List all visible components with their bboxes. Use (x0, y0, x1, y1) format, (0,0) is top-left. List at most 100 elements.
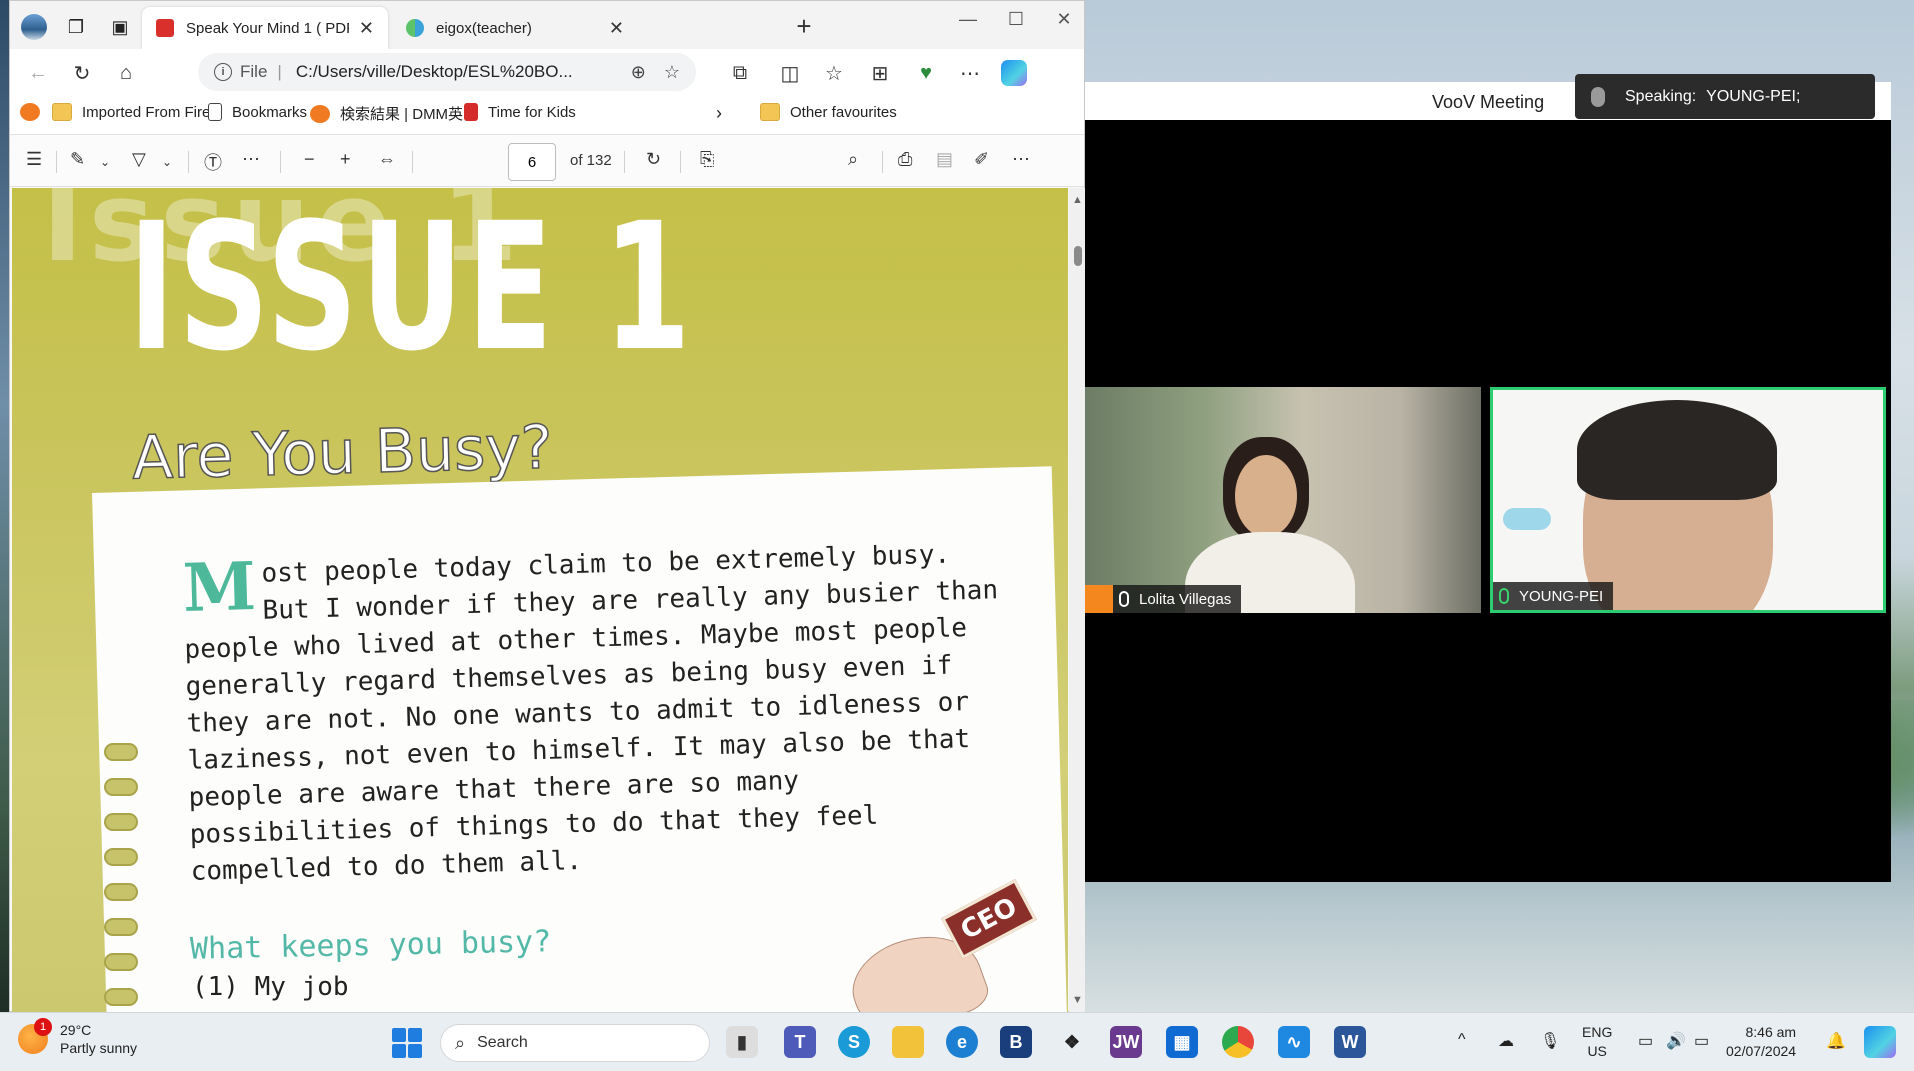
participant-name-tag: YOUNG-PEI (1493, 582, 1614, 610)
desktop-icon[interactable]: ▮ (726, 1026, 758, 1058)
text-icon[interactable]: Ⓣ (204, 149, 222, 175)
tab-pdf[interactable]: Speak Your Mind 1 ( PDFDrive ).p ✕ (142, 7, 388, 49)
page-view-icon[interactable]: ⎘ (700, 149, 714, 170)
zoom-in-icon[interactable]: + (340, 149, 351, 170)
tab-actions-icon[interactable]: ▣ (104, 11, 136, 43)
vertical-scrollbar[interactable]: ▲ ▼ (1069, 188, 1085, 1012)
notification-icon[interactable]: 🔔 (1826, 1031, 1846, 1051)
favorites-icon[interactable]: ☆ (818, 57, 850, 89)
more-tools-icon[interactable]: ⋯ (242, 149, 260, 170)
bookmark-app-icon[interactable] (20, 103, 50, 121)
mic-icon (1119, 591, 1129, 607)
tab-title: Speak Your Mind 1 ( PDFDrive ).p (186, 19, 349, 37)
bookmark-label: Time for Kids (488, 103, 576, 121)
close-tab-icon[interactable]: ✕ (359, 18, 374, 39)
home-icon[interactable]: ⌂ (110, 57, 142, 89)
network-icon[interactable]: ▭ (1638, 1031, 1653, 1051)
new-tab-button[interactable]: + (788, 11, 820, 43)
close-tab-icon[interactable]: ✕ (609, 18, 624, 39)
video-tile-young-pei[interactable]: YOUNG-PEI (1490, 387, 1886, 613)
language-indicator[interactable]: ENG US (1582, 1023, 1612, 1061)
weather-widget[interactable]: 1 29°C Partly sunny (18, 1018, 137, 1057)
browser-essentials-icon[interactable]: ♥ (910, 57, 942, 89)
back-arrow-icon[interactable]: ← (22, 57, 54, 89)
draw-dropdown-chevron-icon[interactable]: ⌄ (162, 155, 172, 169)
dropbox-icon[interactable]: ❖ (1056, 1026, 1088, 1058)
participant-name-tag: Lolita Villegas (1113, 585, 1242, 613)
store-icon[interactable]: ▦ (1166, 1026, 1198, 1058)
tab-title: eigox(teacher) (436, 19, 532, 37)
tab-strip: ❐ ▣ Speak Your Mind 1 ( PDFDrive ).p ✕ e… (10, 1, 1084, 49)
contents-list-icon[interactable]: ☰ (26, 149, 42, 170)
scroll-up-arrow-icon[interactable]: ▲ (1072, 194, 1083, 206)
refresh-icon[interactable]: ↻ (66, 57, 98, 89)
face (1235, 455, 1297, 537)
voov-meeting-icon[interactable]: ∿ (1278, 1026, 1310, 1058)
rotate-icon[interactable]: ↻ (646, 149, 661, 170)
system-clock[interactable]: 8:46 am 02/07/2024 (1726, 1023, 1796, 1061)
word-icon[interactable]: W (1334, 1026, 1366, 1058)
microphone-icon[interactable]: 🎙 (1540, 1031, 1560, 1051)
bookmark-imported[interactable]: Imported From Fire... (52, 103, 223, 121)
split-screen-icon[interactable]: ◫ (774, 57, 806, 89)
zoom-out-icon[interactable]: − (304, 149, 315, 170)
close-window-icon[interactable]: ✕ (1044, 9, 1084, 30)
tray-overflow-chevron-icon[interactable]: ^ (1458, 1031, 1466, 1049)
search-icon[interactable]: ⌕ (848, 149, 858, 170)
save-icon[interactable]: ▤ (936, 149, 953, 170)
folder-icon (760, 103, 780, 121)
fit-page-icon[interactable]: ⇔ (378, 149, 396, 170)
jw-app-icon[interactable]: JW (1110, 1026, 1142, 1058)
video-tile-lolita[interactable]: Lolita Villegas (1085, 387, 1481, 613)
info-icon[interactable]: i (214, 63, 232, 81)
taskbar-search[interactable]: ⌕ Search (440, 1024, 710, 1062)
other-favourites[interactable]: Other favourites (760, 103, 897, 121)
workspaces-icon[interactable]: ❐ (60, 11, 92, 43)
extensions-icon[interactable]: ⧉ (724, 57, 756, 89)
draw-icon[interactable]: ▽ (132, 149, 146, 170)
highlight-dropdown-chevron-icon[interactable]: ⌄ (100, 155, 110, 169)
profile-icon[interactable] (18, 11, 50, 43)
file-explorer-icon[interactable] (892, 1026, 924, 1058)
skype-icon[interactable]: S (838, 1026, 870, 1058)
page-number-input[interactable]: 6 (508, 143, 556, 181)
chrome-icon[interactable] (1222, 1026, 1254, 1058)
onedrive-icon[interactable]: ☁ (1498, 1031, 1514, 1051)
maximize-icon[interactable]: ☐ (996, 9, 1036, 30)
zoom-icon[interactable]: ⊕ (631, 62, 646, 83)
pdf-viewport[interactable]: Issue 1 ISSUE 1 Are You Busy? Most peopl… (12, 188, 1068, 1012)
weather-badge: 1 (34, 1018, 52, 1036)
save-as-icon[interactable]: ✐ (974, 149, 989, 170)
search-icon: ⌕ (455, 1032, 466, 1053)
b-app-icon[interactable]: B (1000, 1026, 1032, 1058)
bookmarks-overflow-chevron-icon[interactable]: › (716, 103, 722, 124)
other-favourites-label: Other favourites (790, 103, 897, 121)
collections-icon[interactable]: ⊞ (864, 57, 896, 89)
highlight-icon[interactable]: ✎ (70, 149, 85, 170)
copilot-icon[interactable] (998, 57, 1030, 89)
edge-icon[interactable]: e (946, 1026, 978, 1058)
clock-time: 8:46 am (1745, 1024, 1797, 1040)
scroll-thumb[interactable] (1074, 246, 1082, 266)
bookmark-dmm[interactable]: 検索結果 | DMM英... (310, 103, 476, 124)
bookmark-label: Imported From Fire... (82, 103, 223, 121)
more-menu-icon[interactable]: ⋯ (954, 57, 986, 89)
minimize-icon[interactable]: — (948, 9, 988, 30)
speaking-name: YOUNG-PEI; (1706, 87, 1801, 105)
voov-meeting-window: VooV Meeting Speaking: YOUNG-PEI; Lolita… (1085, 74, 1891, 882)
copilot-taskbar-icon[interactable] (1864, 1026, 1896, 1058)
hair (1577, 400, 1777, 500)
print-icon[interactable]: ⎙ (898, 149, 912, 170)
address-bar[interactable]: i File | C:/Users/ville/Desktop/ESL%20BO… (198, 53, 696, 91)
teams-icon[interactable]: T (784, 1026, 816, 1058)
bookmark-time-for-kids[interactable]: Time for Kids (464, 103, 576, 121)
tab-eigox[interactable]: eigox(teacher) ✕ (392, 7, 638, 49)
volume-icon[interactable]: 🔊 (1666, 1031, 1686, 1051)
paragraph-text: ost people today claim to be extremely b… (184, 539, 999, 887)
bookmark-bookmarks[interactable]: Bookmarks (208, 103, 307, 121)
battery-icon[interactable]: ▭ (1694, 1031, 1709, 1051)
start-windows-icon[interactable] (392, 1028, 422, 1058)
settings-more-icon[interactable]: ⋯ (1012, 149, 1030, 170)
scroll-down-arrow-icon[interactable]: ▼ (1072, 994, 1083, 1006)
favorite-star-icon[interactable]: ☆ (664, 62, 680, 83)
